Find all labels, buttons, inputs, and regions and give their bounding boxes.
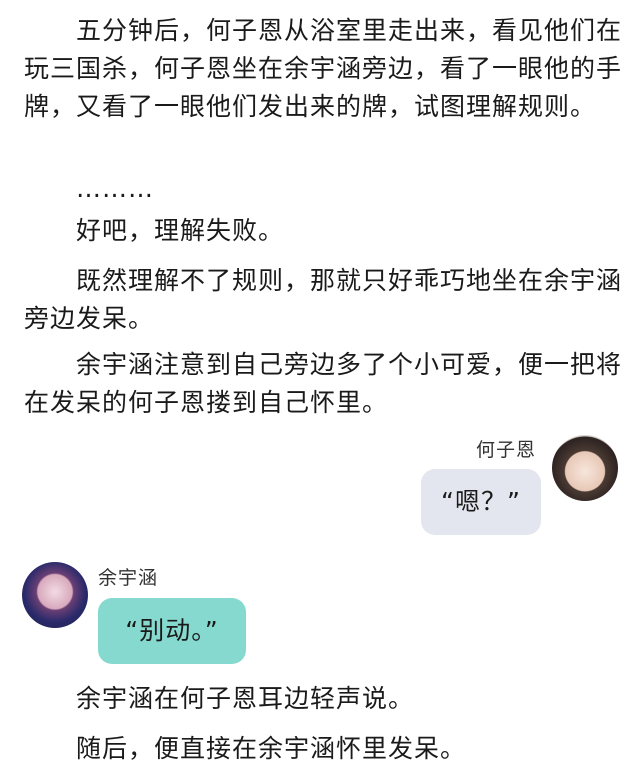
story-paragraph-4: 既然理解不了规则，那就只好乖巧地坐在余宇涵旁边发呆。 xyxy=(24,266,623,333)
chat-name-left: 余宇涵 xyxy=(98,567,159,589)
girl-portrait-avatar-icon[interactable] xyxy=(552,435,618,501)
story-paragraph-1: 五分钟后，何子恩从浴室里走出来，看见他们在玩三国杀，何子恩坐在余宇涵旁边，看了一… xyxy=(24,16,623,121)
chat-name-right: 何子恩 xyxy=(475,439,536,461)
story-paragraph-2: ……… xyxy=(76,174,154,203)
boy-portrait-avatar-icon[interactable] xyxy=(22,562,88,628)
story-paragraph-7: 随后，便直接在余宇涵怀里发呆。 xyxy=(76,734,467,763)
story-paragraph-6: 余宇涵在何子恩耳边轻声说。 xyxy=(76,684,415,713)
story-paragraph-3: 好吧，理解失败。 xyxy=(76,216,285,245)
chat-bubble-right: “嗯？” xyxy=(421,469,541,535)
chat-bubble-left: “别动。” xyxy=(98,598,246,664)
story-paragraph-5: 余宇涵注意到自己旁边多了个小可爱，便一把将在发呆的何子恩搂到自己怀里。 xyxy=(24,350,623,417)
